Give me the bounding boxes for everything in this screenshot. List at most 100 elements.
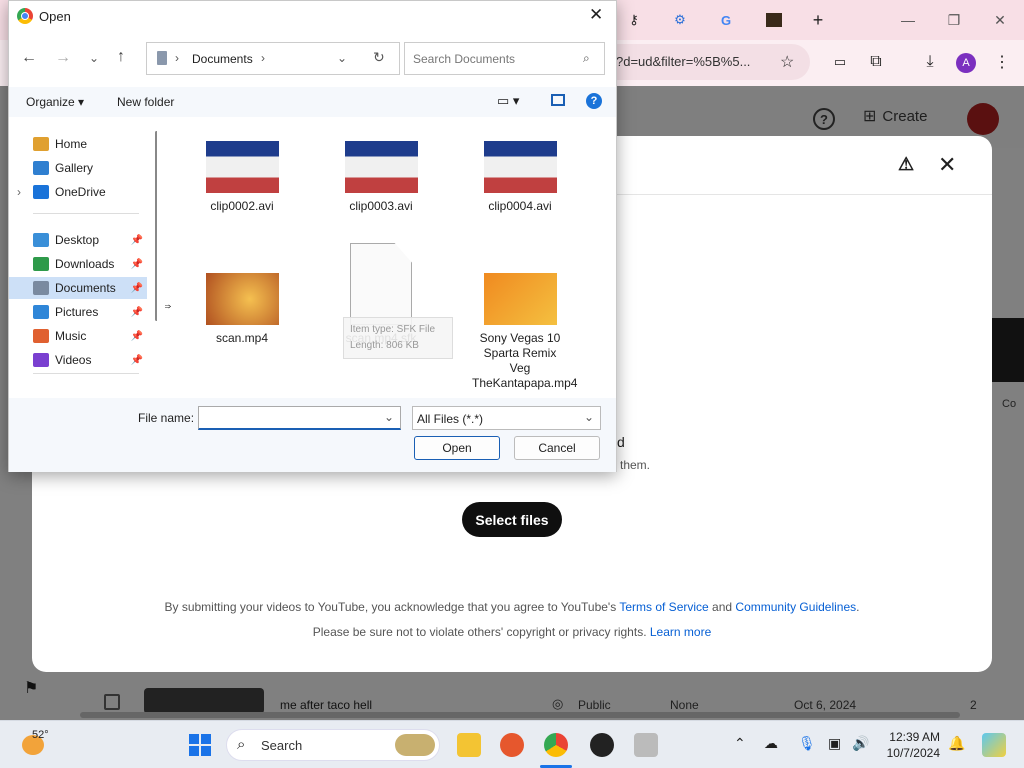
search-icon[interactable]: ⌕ <box>583 51 590 66</box>
nav-item-gallery[interactable]: Gallery <box>9 157 147 179</box>
file-item[interactable]: clip0004.avi <box>465 141 575 214</box>
display-icon[interactable]: ▣ <box>828 735 841 752</box>
feedback-side-icon[interactable]: ⚑ <box>24 678 38 698</box>
google-tab-icon[interactable]: G <box>714 8 738 32</box>
close-window-icon[interactable]: ✕ <box>980 0 1020 40</box>
refresh-icon[interactable]: ↻ <box>373 49 385 66</box>
horizontal-scrollbar[interactable] <box>80 712 960 718</box>
pin-icon[interactable]: 📌 <box>131 259 143 270</box>
pin-icon[interactable]: 📌 <box>131 283 143 294</box>
key-icon[interactable]: ⚷ <box>622 8 646 32</box>
help-icon[interactable]: ? <box>586 93 602 109</box>
restore-icon[interactable]: ❐ <box>934 0 974 40</box>
up-arrow-icon[interactable]: ↑ <box>117 48 125 66</box>
row-visibility[interactable]: Public <box>578 698 611 712</box>
pin-icon[interactable]: 📌 <box>131 355 143 366</box>
bookmark-star-icon[interactable]: ☆ <box>780 52 794 72</box>
row-title[interactable]: me after taco hell <box>280 698 372 712</box>
pin-icon[interactable]: 📌 <box>131 331 143 342</box>
more-menu-icon[interactable]: ⋮ <box>990 50 1014 74</box>
nav-item-music[interactable]: Music 📌 <box>9 325 147 347</box>
preview-pane-icon[interactable] <box>551 94 565 106</box>
help-icon[interactable]: ? <box>813 108 835 130</box>
nav-item-label: Pictures <box>55 305 99 319</box>
learn-more-link[interactable]: Learn more <box>650 625 711 639</box>
search-documents-field[interactable]: Search Documents ⌕ <box>404 42 605 75</box>
terms-and-text: and <box>712 600 733 614</box>
minimize-icon[interactable]: — <box>888 0 928 40</box>
nav-item-downloads[interactable]: Downloads 📌 <box>9 253 147 275</box>
community-guidelines-link[interactable]: Community Guidelines <box>735 600 856 614</box>
row-thumbnail[interactable] <box>144 688 264 714</box>
back-arrow-icon[interactable]: ← <box>21 49 37 67</box>
forward-arrow-icon[interactable]: → <box>55 49 71 67</box>
close-modal-icon[interactable]: ✕ <box>938 152 956 178</box>
view-options-icon[interactable]: ▭ ▾ <box>497 93 519 109</box>
cancel-button[interactable]: Cancel <box>514 436 600 460</box>
taskbar-search-label: Search <box>261 738 303 753</box>
nav-item-videos[interactable]: Videos 📌 <box>9 349 147 371</box>
profile-avatar[interactable]: A <box>956 53 976 73</box>
file-explorer-icon[interactable] <box>457 733 481 757</box>
gear-icon[interactable]: ⚙ <box>668 8 692 32</box>
new-tab-icon[interactable]: + <box>806 8 830 32</box>
volume-icon[interactable]: 🔊 <box>852 735 869 752</box>
nav-scrollbar[interactable] <box>155 131 157 321</box>
open-button[interactable]: Open <box>414 436 500 460</box>
breadcrumb-dropdown-icon[interactable]: ⌄ <box>337 51 347 65</box>
file-item[interactable]: clip0002.avi <box>187 141 297 214</box>
weather-temp[interactable]: 52° <box>32 729 49 741</box>
dialog-close-icon[interactable]: ✕ <box>589 5 603 25</box>
nav-item-home[interactable]: Home <box>9 133 147 155</box>
download-icon[interactable]: ⤓ <box>918 50 942 74</box>
feedback-icon[interactable]: ⚠ <box>898 154 914 175</box>
filename-input[interactable]: ⌄ <box>198 406 401 430</box>
select-files-button[interactable]: Select files <box>462 502 562 537</box>
extensions-icon[interactable]: ⧉ <box>864 50 888 74</box>
tab-thumbnail-icon[interactable] <box>762 8 786 32</box>
nav-item-onedrive[interactable]: › OneDrive <box>9 181 147 203</box>
pin-icon[interactable]: 📌 <box>131 235 143 246</box>
file-type-value: All Files (*.*) <box>417 412 484 426</box>
nav-item-desktop[interactable]: Desktop 📌 <box>9 229 147 251</box>
nav-item-label: OneDrive <box>55 185 106 199</box>
show-hidden-icons-icon[interactable]: ⌃ <box>734 735 746 752</box>
microphone-icon[interactable]: 🎙 <box>798 735 816 752</box>
file-type-select[interactable]: All Files (*.*) ⌄ <box>412 406 601 430</box>
address-breadcrumb[interactable]: › Documents › ⌄ ↻ <box>146 42 400 75</box>
network-off-icon[interactable]: ☁ <box>764 735 778 752</box>
home-icon <box>33 137 49 151</box>
address-bar[interactable]: ?d=ud&filter=%5B%5... ☆ <box>600 44 810 80</box>
file-type-dropdown-icon[interactable]: ⌄ <box>584 410 594 424</box>
app-icon[interactable] <box>634 733 658 757</box>
chrome-icon[interactable] <box>544 733 568 757</box>
new-folder-button[interactable]: New folder <box>117 95 174 109</box>
cast-icon[interactable]: ▭ <box>828 50 852 74</box>
channel-avatar[interactable] <box>967 103 999 135</box>
file-name: scan.mp4 <box>215 331 269 345</box>
taskbar-search[interactable]: ⌕ Search <box>226 729 440 761</box>
filename-dropdown-icon[interactable]: ⌄ <box>384 410 394 424</box>
terms-of-service-link[interactable]: Terms of Service <box>619 600 708 614</box>
expand-chevron-icon[interactable]: › <box>17 185 21 199</box>
row-checkbox[interactable] <box>104 694 120 710</box>
notification-bell-icon[interactable]: 🔔 <box>948 735 965 752</box>
recent-locations-icon[interactable]: ⌄ <box>89 51 99 65</box>
clock[interactable]: 12:39 AM 10/7/2024 <box>884 729 940 761</box>
file-item[interactable]: clip0003.avi <box>326 141 436 214</box>
file-item[interactable]: Sony Vegas 10 Sparta Remix Veg TheKantap… <box>465 273 577 391</box>
file-item[interactable]: scan.mp4 <box>187 273 297 346</box>
organize-button[interactable]: Organize ▾ <box>26 95 84 109</box>
pin-icon[interactable]: 📌 <box>131 307 143 318</box>
breadcrumb-documents[interactable]: Documents <box>192 52 253 66</box>
copilot-icon[interactable] <box>982 733 1006 757</box>
nav-item-this-pc[interactable]: This PC <box>9 395 147 397</box>
start-windows-icon[interactable] <box>189 734 211 756</box>
create-button[interactable]: ⊞ Create <box>863 106 927 126</box>
nav-item-pictures[interactable]: Pictures 📌 <box>9 301 147 323</box>
firefox-icon[interactable] <box>500 733 524 757</box>
obs-icon[interactable] <box>590 733 614 757</box>
drop-text-tail: d <box>617 434 625 450</box>
nav-item-documents[interactable]: Documents 📌 <box>9 277 147 299</box>
file-name: clip0003.avi <box>349 199 413 213</box>
